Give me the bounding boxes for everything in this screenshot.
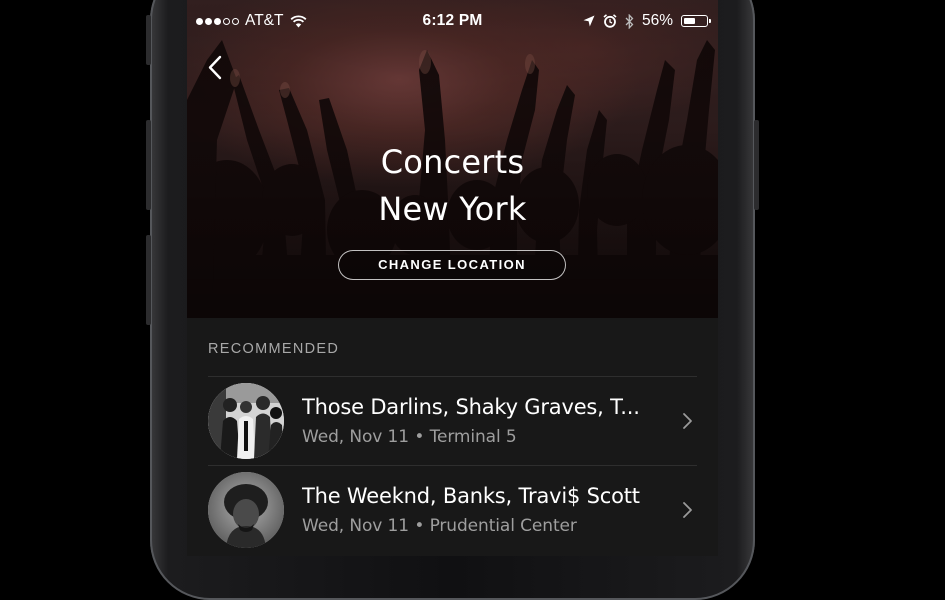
change-location-button[interactable]: CHANGE LOCATION [338, 250, 566, 280]
phone-screen: AT&T 6:12 PM 56% Concerts New York CHANG… [187, 0, 718, 556]
status-bar: AT&T 6:12 PM 56% [187, 0, 718, 40]
battery-percent: 56% [641, 12, 673, 29]
chevron-right-icon [683, 413, 692, 429]
page-title-line2: New York [378, 190, 527, 228]
alarm-icon [603, 14, 617, 28]
bluetooth-icon [625, 13, 634, 29]
concert-subtitle: Wed, Nov 11 • Terminal 5 [302, 427, 517, 447]
artist-thumbnail [208, 383, 284, 459]
concert-title: Those Darlins, Shaky Graves, T... [302, 395, 640, 419]
concert-list-item[interactable]: The Weeknd, Banks, Travi$ Scott Wed, Nov… [187, 466, 718, 554]
band-photo-image [208, 383, 284, 459]
section-label-recommended: RECOMMENDED [208, 341, 340, 357]
volume-down-button [146, 235, 151, 325]
power-button [754, 120, 759, 210]
concert-title: The Weeknd, Banks, Travi$ Scott [302, 484, 640, 508]
back-chevron-icon [208, 55, 222, 80]
concert-date: Wed, Nov 11 [302, 427, 409, 447]
concert-date: Wed, Nov 11 [302, 516, 409, 536]
concert-venue: Prudential Center [429, 516, 577, 536]
location-arrow-icon [583, 15, 595, 27]
separator-dot: • [414, 516, 425, 536]
chevron-right-icon [683, 502, 692, 518]
separator-dot: • [414, 427, 425, 447]
artist-thumbnail [208, 472, 284, 548]
mute-switch [146, 15, 151, 65]
concert-subtitle: Wed, Nov 11 • Prudential Center [302, 516, 577, 536]
concert-list-item[interactable]: Those Darlins, Shaky Graves, T... Wed, N… [187, 377, 718, 465]
artist-photo-image [208, 472, 284, 548]
battery-icon [681, 15, 711, 27]
hero-banner: AT&T 6:12 PM 56% Concerts New York CHANG… [187, 0, 718, 318]
page-title-line1: Concerts [380, 143, 525, 181]
battery-level [683, 17, 696, 24]
back-button[interactable] [203, 54, 231, 82]
volume-up-button [146, 120, 151, 210]
status-right: 56% [583, 12, 711, 30]
battery-tip [709, 19, 711, 23]
concert-venue: Terminal 5 [429, 427, 517, 447]
